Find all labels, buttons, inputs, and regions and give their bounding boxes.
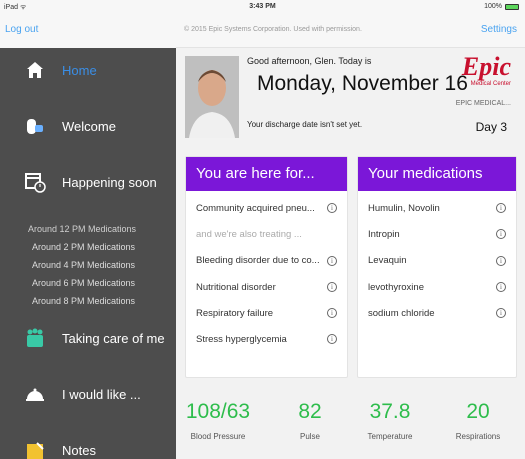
info-icon[interactable]: i (496, 229, 506, 240)
vital-label: Blood Pressure (190, 432, 246, 441)
vital-blood-pressure[interactable]: 108/63 Blood Pressure (178, 400, 258, 441)
info-icon[interactable]: i (327, 255, 337, 266)
medications-card: Your medications Humulin, Novolin i Intr… (357, 156, 517, 378)
main-panel: © 2015 Epic Systems Corporation. Used wi… (176, 14, 525, 459)
medication-label: sodium chloride (368, 307, 435, 319)
info-icon[interactable]: i (496, 255, 506, 266)
logo-subtext: Medical Center (470, 81, 511, 87)
vital-respirations[interactable]: 20 Respirations (438, 400, 518, 441)
vital-temperature[interactable]: 37.8 Temperature (350, 400, 430, 441)
diagnosis-item[interactable]: Stress hyperglycemia i (186, 326, 347, 352)
medications-title: Your medications (358, 157, 516, 191)
medication-label: Levaquin (368, 255, 407, 267)
sidebar-item-label: Notes (62, 442, 96, 458)
battery-percent: 100% (484, 3, 502, 10)
sidebar-item-label: Welcome (62, 118, 116, 134)
diagnosis-label: Respiratory failure (196, 307, 274, 319)
schedule-item[interactable]: Around 4 PM Medications (0, 256, 176, 274)
sidebar-item-label: Happening soon (62, 174, 157, 190)
logout-link[interactable]: Log out (5, 24, 38, 35)
logo-text: Epic (461, 52, 511, 81)
medication-item[interactable]: levothyroxine i (358, 274, 516, 300)
sidebar-top-bar: Log out (0, 14, 176, 48)
diagnosis-item[interactable]: Community acquired pneu... i (186, 195, 347, 221)
sidebar-item-label: I would like ... (62, 386, 141, 402)
battery-status: 100% (484, 3, 519, 10)
info-icon[interactable]: i (496, 281, 506, 292)
schedule-item[interactable]: Around 8 PM Medications (0, 292, 176, 310)
schedule-item[interactable]: Around 12 PM Medications (0, 220, 176, 238)
diagnosis-item[interactable]: Bleeding disorder due to co... i (186, 248, 347, 274)
sidebar-item-notes[interactable]: Notes (0, 428, 176, 459)
diagnosis-label: Bleeding disorder due to co... (196, 255, 320, 267)
sidebar-item-label: Taking care of me (62, 330, 165, 346)
stay-day: Day 3 (475, 120, 507, 134)
epic-logo: Epic Medical Center (461, 52, 511, 88)
status-time: 3:43 PM (249, 3, 276, 10)
hospital-name: EPIC MEDICAL... (455, 100, 511, 107)
medication-item[interactable]: Levaquin i (358, 248, 516, 274)
sidebar: Log out Home Welcome Happening soon Arou… (0, 14, 176, 459)
diagnosis-label: Community acquired pneu... (196, 202, 315, 214)
medication-label: Humulin, Novolin (368, 202, 440, 214)
diagnosis-item[interactable]: Respiratory failure i (186, 300, 347, 326)
medication-label: levothyroxine (368, 281, 424, 293)
vital-label: Respirations (455, 432, 501, 441)
diagnoses-card: You are here for... Community acquired p… (185, 156, 348, 378)
vital-pulse[interactable]: 82 Pulse (270, 400, 350, 441)
diagnosis-item[interactable]: Nutritional disorder i (186, 274, 347, 300)
diagnosis-label: Stress hyperglycemia (196, 334, 287, 346)
info-icon[interactable]: i (327, 334, 337, 345)
schedule-item[interactable]: Around 6 PM Medications (0, 274, 176, 292)
diagnoses-title: You are here for... (186, 157, 347, 191)
home-icon (20, 56, 50, 84)
schedule-item[interactable]: Around 2 PM Medications (0, 238, 176, 256)
medication-label: Intropin (368, 228, 400, 240)
vital-label: Temperature (367, 432, 413, 441)
discharge-status: Your discharge date isn't set yet. (247, 120, 363, 129)
service-bell-icon (20, 380, 50, 408)
diagnosis-label: and we're also treating ... (196, 228, 302, 240)
medication-item[interactable]: Intropin i (358, 221, 516, 247)
patient-photo (185, 56, 239, 138)
sidebar-item-happening-soon[interactable]: Happening soon (0, 160, 176, 204)
calendar-clock-icon (20, 168, 50, 196)
diagnosis-label: Nutritional disorder (196, 281, 276, 293)
vitals-strip: 108/63 Blood Pressure 82 Pulse 37.8 Temp… (176, 400, 525, 459)
info-icon[interactable]: i (327, 203, 337, 213)
patient-banner: Good afternoon, Glen. Today is Monday, N… (185, 54, 519, 152)
welcome-icon (20, 112, 50, 140)
notes-icon (20, 436, 50, 459)
info-icon[interactable]: i (496, 308, 506, 319)
vital-label: Pulse (299, 432, 320, 441)
medication-item[interactable]: sodium chloride i (358, 300, 516, 326)
sidebar-item-welcome[interactable]: Welcome (0, 104, 176, 148)
vital-value: 20 (466, 400, 490, 423)
copyright-text: © 2015 Epic Systems Corporation. Used wi… (184, 26, 362, 33)
main-top-bar: © 2015 Epic Systems Corporation. Used wi… (176, 14, 525, 48)
care-team-icon (20, 324, 50, 352)
vital-value: 82 (298, 400, 322, 423)
greeting-text: Good afternoon, Glen. Today is (247, 56, 372, 66)
settings-link[interactable]: Settings (481, 24, 517, 35)
sidebar-item-taking-care[interactable]: Taking care of me (0, 316, 176, 360)
battery-icon (505, 3, 519, 10)
info-icon[interactable]: i (496, 203, 506, 213)
status-bar: iPad ᯤ 3:43 PM 100% (0, 0, 525, 14)
sidebar-item-label: Home (62, 62, 97, 78)
vital-value: 108/63 (185, 400, 251, 423)
info-icon[interactable]: i (327, 308, 337, 319)
schedule-list: Around 12 PM Medications Around 2 PM Med… (0, 220, 176, 310)
sidebar-item-home[interactable]: Home (0, 48, 176, 92)
medication-item[interactable]: Humulin, Novolin i (358, 195, 516, 221)
vital-value: 37.8 (369, 400, 411, 423)
sidebar-item-i-would-like[interactable]: I would like ... (0, 372, 176, 416)
today-date: Monday, November 16 (257, 72, 468, 95)
info-icon[interactable]: i (327, 281, 337, 292)
diagnosis-subheader: and we're also treating ... (186, 221, 347, 247)
